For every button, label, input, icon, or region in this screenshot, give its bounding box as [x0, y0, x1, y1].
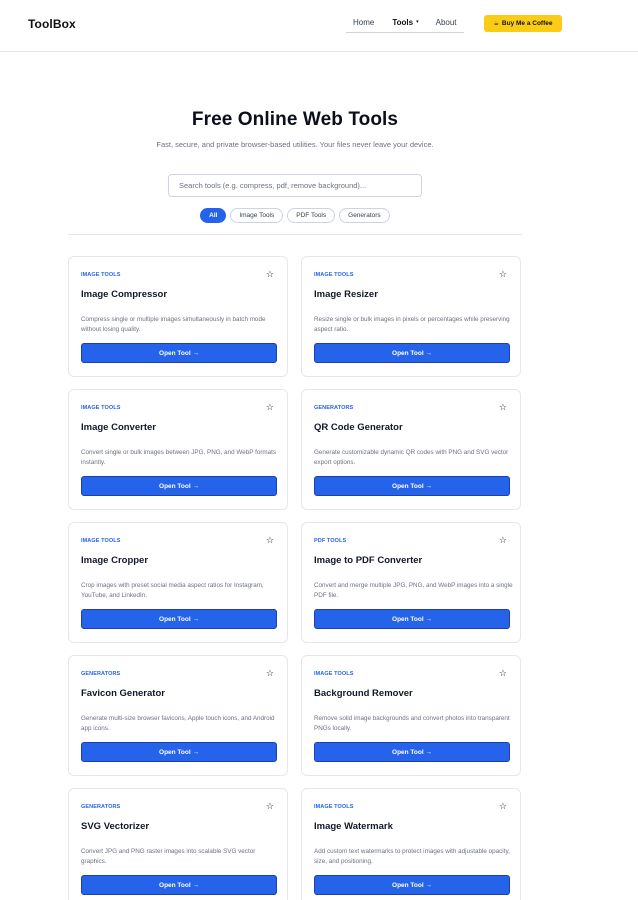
- star-icon[interactable]: ☆: [266, 802, 274, 811]
- page-title: Free Online Web Tools: [191, 109, 399, 130]
- tool-card[interactable]: IMAGE TOOLS ☆ Image Converter Convert si…: [68, 389, 288, 510]
- tool-card[interactable]: IMAGE TOOLS ☆ Image Compressor Compress …: [68, 256, 288, 377]
- tool-card[interactable]: PDF TOOLS ☆ Image to PDF Converter Conve…: [301, 522, 521, 643]
- chevron-down-icon: ▾: [416, 19, 419, 25]
- tool-description: Crop images with preset social media asp…: [81, 582, 264, 599]
- tool-card[interactable]: IMAGE TOOLS ☆ Background Remover Remove …: [301, 655, 521, 776]
- category-filters: All Image Tools PDF Tools Generators: [68, 208, 522, 223]
- nav-about-link[interactable]: About: [428, 15, 464, 33]
- tool-card[interactable]: IMAGE TOOLS ☆ Image Cropper Crop images …: [68, 522, 288, 643]
- tool-card[interactable]: GENERATORS ☆ Favicon Generator Generate …: [68, 655, 288, 776]
- tool-card[interactable]: IMAGE TOOLS ☆ Image Resizer Resize singl…: [301, 256, 521, 377]
- tool-card[interactable]: GENERATORS ☆ SVG Vectorizer Convert JPG …: [68, 788, 288, 900]
- tool-title: Image Watermark: [314, 821, 393, 832]
- top-navbar: ToolBox Home Tools ▾ About ☕ Buy Me a Cof…: [0, 0, 638, 52]
- tool-description: Convert JPG and PNG raster images into s…: [81, 848, 256, 865]
- open-tool-button[interactable]: Open Tool →: [314, 742, 510, 762]
- tool-category: IMAGE TOOLS: [81, 272, 121, 278]
- tool-category: GENERATORS: [314, 405, 354, 411]
- tool-description: Convert and merge multiple JPG, PNG, and…: [314, 582, 513, 599]
- star-icon[interactable]: ☆: [266, 536, 274, 545]
- star-icon[interactable]: ☆: [499, 536, 507, 545]
- tool-category: GENERATORS: [81, 671, 121, 677]
- nav-home-link[interactable]: Home: [346, 15, 382, 33]
- tool-description: Convert single or bulk images between JP…: [81, 449, 277, 466]
- tool-category: IMAGE TOOLS: [314, 804, 354, 810]
- open-tool-button[interactable]: Open Tool →: [314, 476, 510, 496]
- star-icon[interactable]: ☆: [499, 270, 507, 279]
- star-icon[interactable]: ☆: [499, 669, 507, 678]
- open-tool-button[interactable]: Open Tool →: [81, 609, 277, 629]
- star-icon[interactable]: ☆: [266, 669, 274, 678]
- tool-title: QR Code Generator: [314, 422, 403, 433]
- nav-tools-label: Tools: [392, 18, 414, 27]
- tool-category: IMAGE TOOLS: [81, 405, 121, 411]
- page-subtitle: Fast, secure, and private browser-based …: [156, 140, 434, 149]
- tool-title: Background Remover: [314, 688, 413, 699]
- filter-all[interactable]: All: [200, 208, 227, 223]
- tool-title: Image to PDF Converter: [314, 555, 423, 566]
- tool-category: IMAGE TOOLS: [314, 671, 354, 677]
- star-icon[interactable]: ☆: [499, 403, 507, 412]
- open-tool-button[interactable]: Open Tool →: [81, 742, 277, 762]
- tool-card[interactable]: IMAGE TOOLS ☆ Image Watermark Add custom…: [301, 788, 521, 900]
- tool-description: Generate multi-size browser favicons, Ap…: [81, 715, 275, 732]
- star-icon[interactable]: ☆: [266, 403, 274, 412]
- open-tool-button[interactable]: Open Tool →: [81, 875, 277, 895]
- tool-category: PDF TOOLS: [314, 538, 347, 544]
- star-icon[interactable]: ☆: [266, 270, 274, 279]
- open-tool-button[interactable]: Open Tool →: [314, 609, 510, 629]
- coffee-button-label: Buy Me a Coffee: [501, 20, 553, 27]
- main-nav: Home Tools ▾ About: [346, 15, 464, 33]
- filter-image-tools[interactable]: Image Tools: [230, 208, 284, 223]
- hero-section: Free Online Web Tools Fast, secure, and …: [68, 84, 522, 235]
- tool-card[interactable]: GENERATORS ☆ QR Code Generator Generate …: [301, 389, 521, 510]
- open-tool-button[interactable]: Open Tool →: [81, 476, 277, 496]
- search-input[interactable]: Search tools (e.g. compress, pdf, remove…: [168, 174, 422, 197]
- tool-category: IMAGE TOOLS: [314, 272, 354, 278]
- coffee-cup-icon: ☕: [493, 21, 499, 27]
- star-icon[interactable]: ☆: [499, 802, 507, 811]
- tool-title: Image Cropper: [81, 555, 149, 566]
- open-tool-button[interactable]: Open Tool →: [314, 343, 510, 363]
- brand-logo[interactable]: ToolBox: [28, 17, 76, 31]
- tool-description: Compress single or multiple images simul…: [81, 316, 266, 333]
- filter-generators[interactable]: Generators: [339, 208, 390, 223]
- tool-title: SVG Vectorizer: [81, 821, 150, 832]
- open-tool-button[interactable]: Open Tool →: [81, 343, 277, 363]
- nav-tools-dropdown[interactable]: Tools ▾: [381, 15, 429, 33]
- tool-title: Image Compressor: [81, 289, 168, 300]
- tool-title: Image Resizer: [314, 289, 378, 300]
- tool-description: Generate customizable dynamic QR codes w…: [314, 449, 509, 466]
- tool-description: Resize single or bulk images in pixels o…: [314, 316, 510, 333]
- filter-pdf-tools[interactable]: PDF Tools: [287, 208, 336, 223]
- buy-me-a-coffee-button[interactable]: ☕ Buy Me a Coffee: [484, 15, 562, 32]
- tool-category: IMAGE TOOLS: [81, 538, 121, 544]
- tool-category: GENERATORS: [81, 804, 121, 810]
- tool-description: Remove solid image backgrounds and conve…: [314, 715, 510, 732]
- open-tool-button[interactable]: Open Tool →: [314, 875, 510, 895]
- tool-title: Image Converter: [81, 422, 156, 433]
- tool-description: Add custom text watermarks to protect im…: [314, 848, 510, 865]
- tool-title: Favicon Generator: [81, 688, 165, 699]
